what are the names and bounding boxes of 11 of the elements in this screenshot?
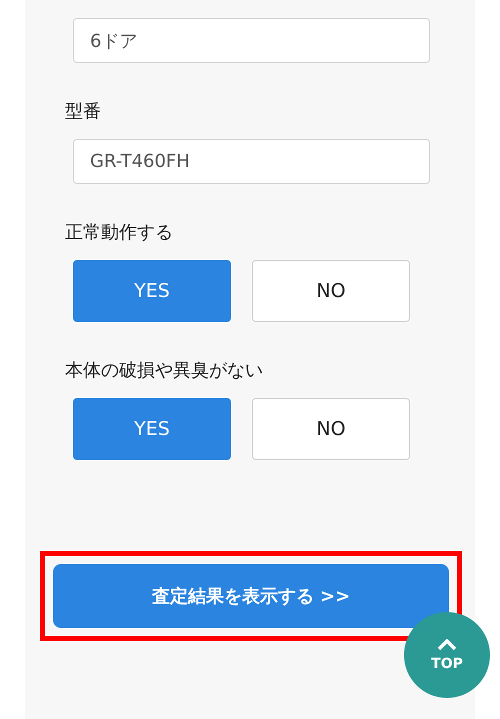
option-button[interactable]: NO bbox=[252, 260, 410, 322]
input-field[interactable]: GR-T460FH bbox=[73, 139, 430, 184]
input-field[interactable]: 6ドア bbox=[73, 18, 430, 63]
option-button[interactable]: YES bbox=[73, 260, 231, 322]
field-label: 型番 bbox=[65, 101, 102, 123]
question-label: 正常動作する bbox=[65, 222, 174, 244]
submit-button[interactable]: 査定結果を表示する >> bbox=[53, 564, 449, 628]
option-button[interactable]: YES bbox=[73, 398, 231, 460]
question-label: 本体の破損や異臭がない bbox=[65, 360, 264, 382]
chevron-up-icon bbox=[437, 639, 457, 651]
option-button[interactable]: NO bbox=[252, 398, 410, 460]
